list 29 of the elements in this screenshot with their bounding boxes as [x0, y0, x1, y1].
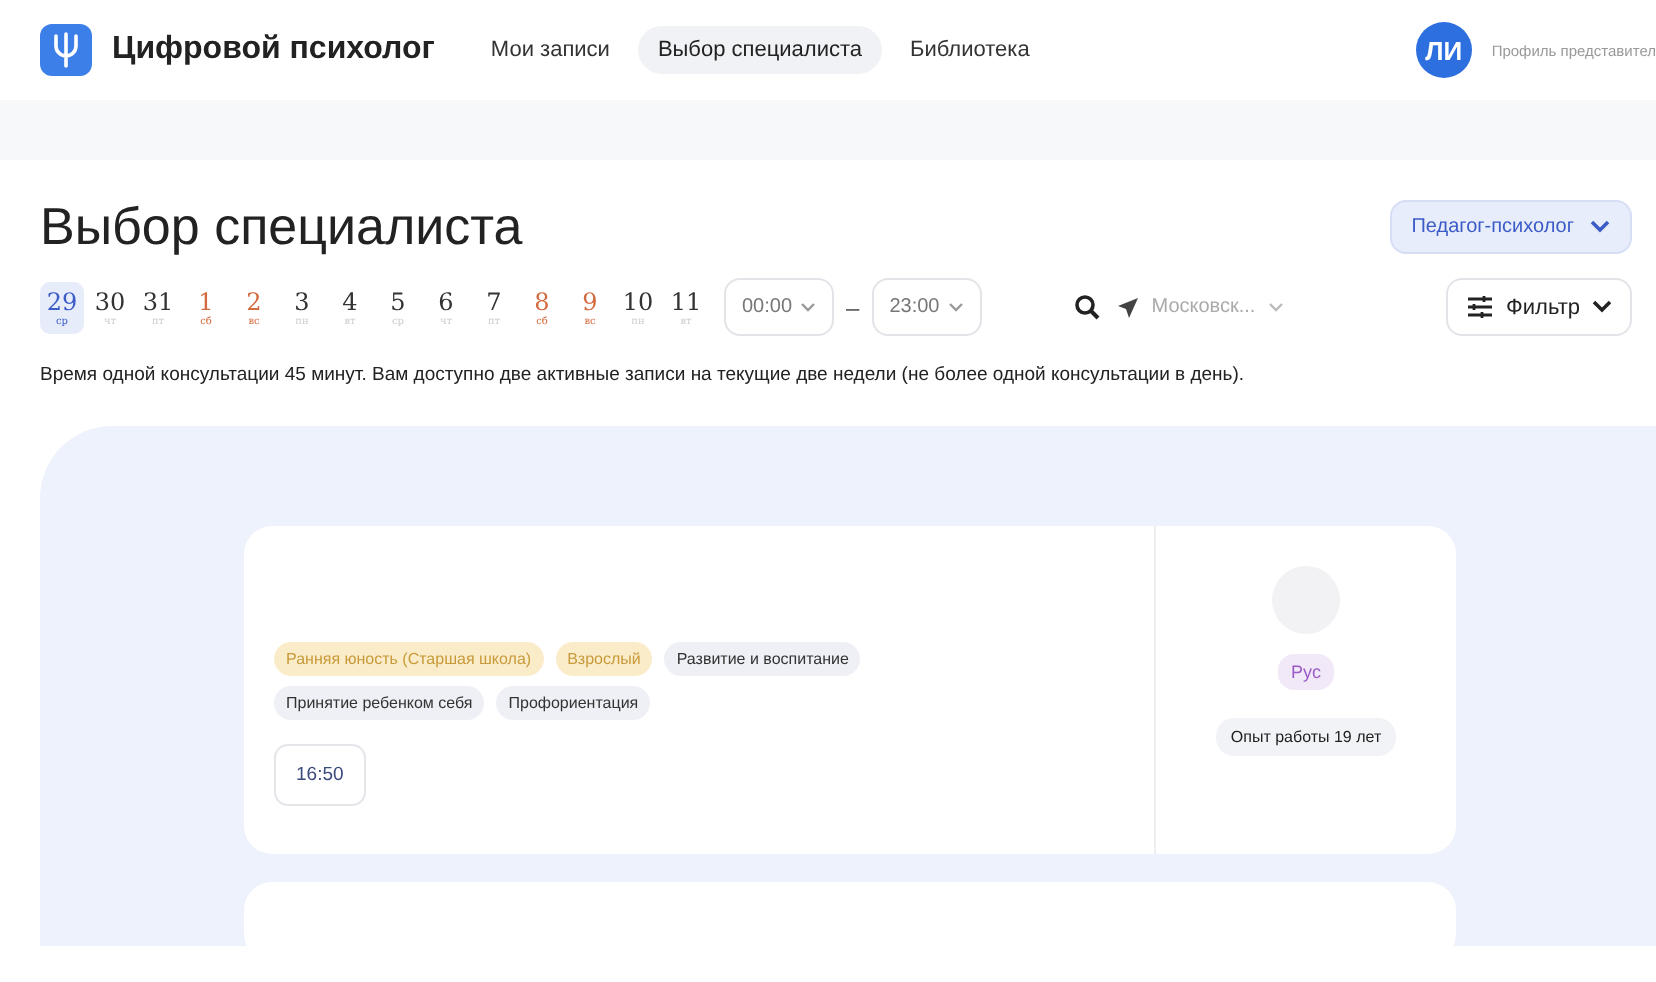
chevron-down-icon [947, 302, 964, 312]
chevron-down-icon [1592, 300, 1612, 314]
nav-tab[interactable]: Библиотека [890, 26, 1050, 74]
nav-tab[interactable]: Выбор специалиста [637, 26, 883, 74]
time-to-dropdown[interactable]: 23:00 [871, 278, 982, 336]
location-arrow-icon [1115, 295, 1140, 319]
filter-button[interactable]: Фильтр [1446, 278, 1632, 336]
tag: Ранняя юность (Старшая школа) [274, 642, 544, 676]
tag: Развитие и воспитание [664, 642, 861, 676]
chevron-down-icon [1590, 220, 1610, 234]
language-badge: Рус [1277, 654, 1335, 690]
tag: Взрослый [555, 642, 653, 676]
app-name: Цифровой психолог [112, 32, 435, 68]
experience-badge: Опыт работы 19 лет [1216, 718, 1396, 756]
chevron-down-icon [800, 302, 817, 312]
page-title: Выбор специалиста [40, 196, 523, 258]
sliders-icon [1466, 294, 1495, 320]
info-text: Время одной консультации 45 минут. Вам доступно две активные записи на текущие две недели (не более одной консультации в день). [40, 364, 1247, 386]
logo-icon[interactable] [40, 24, 92, 76]
time-slot-button[interactable]: 16:50 [274, 744, 366, 806]
time-separator: – [846, 293, 860, 321]
user-avatar[interactable]: ЛИ [1415, 22, 1472, 78]
time-from-dropdown[interactable]: 00:00 [724, 278, 835, 336]
tag: Принятие ребенком себя [274, 686, 485, 720]
specialist-type-dropdown[interactable]: Педагог-психолог [1389, 200, 1632, 254]
nav-tab[interactable]: Мои записи [470, 26, 630, 74]
search-icon[interactable] [1073, 294, 1100, 320]
tag: Профориентация [496, 686, 651, 720]
chevron-down-icon [1267, 302, 1284, 312]
